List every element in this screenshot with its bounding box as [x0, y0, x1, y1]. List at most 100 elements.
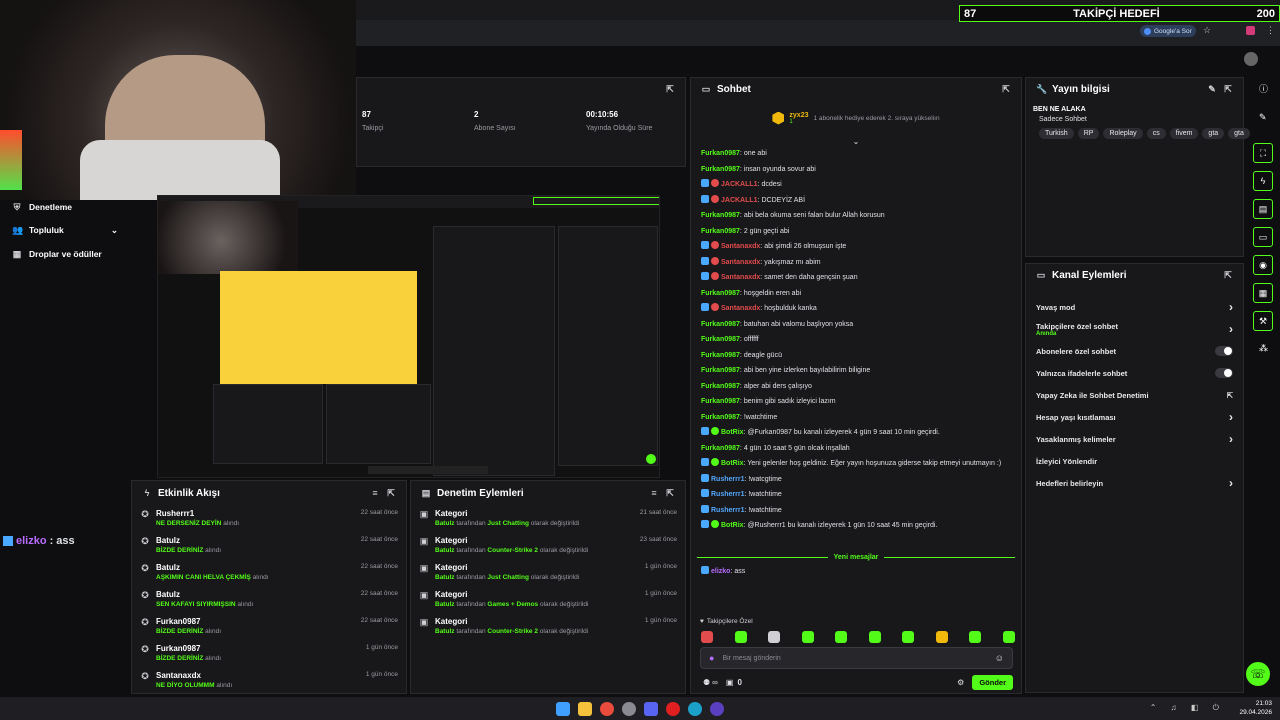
chat-icon[interactable]: ▭	[1253, 227, 1273, 247]
popout-icon[interactable]: ⇱	[386, 488, 396, 498]
channel-action-text: Yavaş mod	[1036, 303, 1075, 312]
chat-username[interactable]: BotRix	[721, 460, 744, 467]
channel-action-row[interactable]: Abonelere özel sohbet	[1026, 340, 1243, 362]
chat-username[interactable]: Furkan0987	[701, 212, 740, 219]
nav-item-droplar[interactable]: ▦ Droplar ve ödüller	[0, 242, 128, 266]
gift-icon[interactable]: ▣	[726, 678, 734, 687]
nav-item-denetleme[interactable]: ⛨ Denetleme	[0, 196, 128, 218]
chrome-icon[interactable]	[600, 701, 614, 716]
toggle-switch[interactable]	[1215, 368, 1233, 378]
edit-icon[interactable]: ✎	[1207, 84, 1217, 94]
emote[interactable]	[801, 631, 814, 643]
chat-username[interactable]: Rusherrr1	[711, 476, 744, 483]
send-button[interactable]: Gönder	[972, 674, 1013, 690]
tag-chip[interactable]: gta	[1228, 128, 1250, 139]
bolt-icon[interactable]: ϟ	[1253, 171, 1273, 191]
broadcast-icon[interactable]: ◉	[1253, 255, 1273, 275]
emote[interactable]	[969, 631, 982, 643]
popout-icon[interactable]: ⇱	[665, 488, 675, 498]
channel-action-row[interactable]: Yapay Zeka ile Sohbet Denetimi ⇱	[1026, 384, 1243, 406]
chat-username[interactable]: BotRix	[721, 522, 744, 529]
layout-icon[interactable]: ▦	[1253, 283, 1273, 303]
tag-chip[interactable]: Roleplay	[1103, 128, 1143, 139]
chat-username[interactable]: Rusherrr1	[711, 491, 744, 498]
channel-action-row[interactable]: Takipçilere özel sohbet Anında ›	[1026, 318, 1243, 340]
emote[interactable]	[835, 631, 848, 643]
opera-icon[interactable]	[666, 701, 680, 716]
chat-username[interactable]: Santanaxdx	[721, 259, 760, 266]
discord-icon[interactable]	[644, 701, 658, 716]
emote[interactable]	[734, 631, 747, 643]
obs-icon[interactable]	[710, 701, 724, 716]
chat-username[interactable]: Furkan0987	[701, 336, 740, 343]
chat-username[interactable]: Furkan0987	[701, 150, 740, 157]
avatar[interactable]	[1244, 52, 1258, 66]
chat-username[interactable]: Furkan0987	[701, 290, 740, 297]
emote[interactable]	[1002, 631, 1015, 643]
star-icon[interactable]: ☆	[1203, 25, 1211, 36]
channel-action-row[interactable]: Yasaklanmış kelimeler ›	[1026, 428, 1243, 450]
emote[interactable]	[868, 631, 881, 643]
chat-username[interactable]: Santanaxdx	[721, 243, 760, 250]
chat-username[interactable]: Santanaxdx	[721, 274, 760, 281]
windows-icon[interactable]	[556, 701, 570, 716]
chat-username[interactable]: Furkan0987	[701, 228, 740, 235]
tag-chip[interactable]: gta	[1202, 128, 1225, 139]
document-icon[interactable]: ▤	[1253, 199, 1273, 219]
tag-chip[interactable]: RP	[1077, 128, 1100, 139]
chat-username[interactable]: Furkan0987	[701, 352, 740, 359]
filter-icon[interactable]: ≡	[370, 488, 380, 498]
emote[interactable]	[935, 631, 948, 643]
pencil-icon[interactable]: ✎	[1259, 112, 1267, 123]
emote[interactable]	[902, 631, 915, 643]
chat-username[interactable]: JACKALL1	[721, 181, 758, 188]
popout-icon[interactable]: ⇱	[665, 84, 675, 94]
channel-action-row[interactable]: İzleyici Yönlendir	[1026, 450, 1243, 472]
settings-icon[interactable]	[622, 701, 636, 716]
popout-icon[interactable]: ⇱	[1223, 84, 1233, 94]
moderation-mid: tarafından	[456, 520, 486, 527]
chat-username[interactable]: Furkan0987	[701, 445, 740, 452]
toggle-switch[interactable]	[1215, 346, 1233, 356]
wrench-icon[interactable]: ⚒	[1253, 311, 1273, 331]
chat-username[interactable]: Furkan0987	[701, 166, 740, 173]
chevron-down-icon[interactable]: ⌄	[691, 136, 1021, 146]
clock[interactable]: 21:03 29.04.2026	[1239, 699, 1272, 717]
nav-item-topluluk[interactable]: 👥 Topluluk ⌄	[0, 218, 128, 242]
tag-chip[interactable]: Turkish	[1039, 128, 1074, 139]
popout-icon[interactable]: ⇱	[1223, 270, 1233, 280]
chat-username[interactable]: Furkan0987	[701, 398, 740, 405]
channel-action-row[interactable]: Yalnızca ifadelerle sohbet	[1026, 362, 1243, 384]
nodes-icon[interactable]: ⁂	[1259, 343, 1268, 354]
microphone-icon[interactable]: ●	[709, 653, 714, 663]
tag-chip[interactable]: cs	[1146, 128, 1166, 139]
profile-icon[interactable]	[1246, 26, 1255, 35]
chat-username[interactable]: Furkan0987	[701, 414, 740, 421]
emote[interactable]	[701, 631, 713, 643]
settings-icon[interactable]: ⚙	[957, 678, 964, 687]
chat-username[interactable]: BotRix	[721, 429, 744, 436]
info-icon[interactable]: ⓘ	[1259, 82, 1268, 95]
filter-icon[interactable]: ≡	[649, 488, 659, 498]
channel-action-row[interactable]: Hedefleri belirleyin ›	[1026, 472, 1243, 494]
channel-action-row[interactable]: Yavaş mod ›	[1026, 296, 1243, 318]
chat-username[interactable]: JACKALL1	[721, 197, 758, 204]
support-chat-icon[interactable]: ☏	[1246, 662, 1270, 686]
chat-username[interactable]: Rusherrr1	[711, 507, 744, 514]
popout-icon[interactable]: ⇱	[1001, 84, 1011, 94]
folder-icon[interactable]	[578, 701, 592, 716]
chat-username[interactable]: Furkan0987	[701, 383, 740, 390]
tag-chip[interactable]: fivem	[1169, 128, 1199, 139]
edge-icon[interactable]	[688, 701, 702, 716]
chat-username[interactable]: Furkan0987	[701, 367, 740, 374]
channel-action-row[interactable]: Hesap yaşı kısıtlaması ›	[1026, 406, 1243, 428]
chat-username[interactable]: Santanaxdx	[721, 305, 760, 312]
menu-icon[interactable]: ⋮	[1266, 25, 1275, 36]
chat-input[interactable]: ● Bir mesaj gönderin ☺	[700, 647, 1013, 669]
chat-username[interactable]: Furkan0987	[701, 321, 740, 328]
google-ask-button[interactable]: Google'a Sor	[1140, 25, 1196, 37]
emoji-icon[interactable]: ☺	[995, 653, 1004, 663]
emote[interactable]	[768, 631, 781, 643]
users-icon[interactable]: ⚉	[703, 678, 710, 687]
fullscreen-icon[interactable]: ⛶	[1253, 143, 1273, 163]
